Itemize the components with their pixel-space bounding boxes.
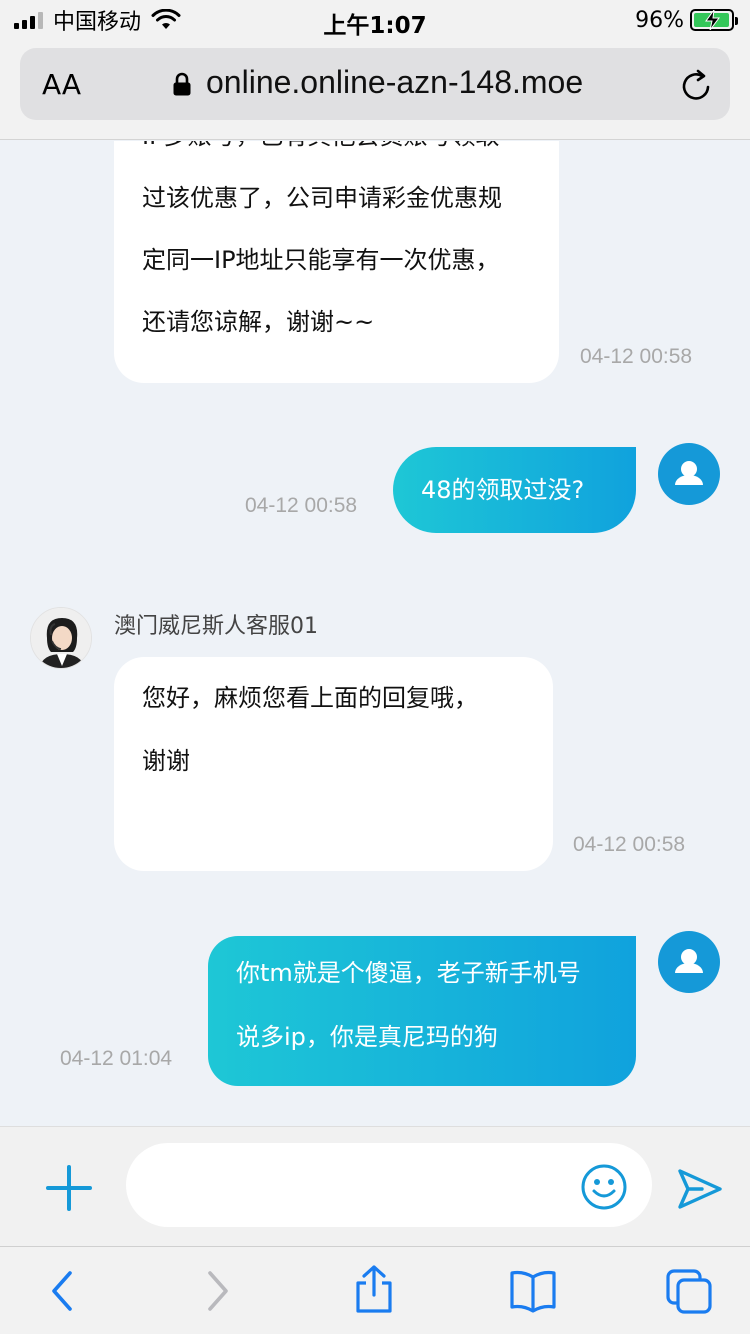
browser-toolbar xyxy=(0,1246,750,1334)
agent-message-bubble: IP多账号，已有其他会员账号领取 过该优惠了，公司申请彩金优惠规 定同一IP地址… xyxy=(114,141,559,383)
message-line: 48的领取过没? xyxy=(421,476,585,504)
agent-message-bubble: 您好，麻烦您看上面的回复哦， 谢谢 xyxy=(114,657,553,871)
share-icon[interactable] xyxy=(352,1263,396,1315)
agent-name: 澳门威尼斯人客服01 xyxy=(114,614,318,639)
user-message-bubble: 48的领取过没? xyxy=(393,447,636,533)
back-icon[interactable] xyxy=(40,1267,84,1315)
message-input-bar xyxy=(0,1126,750,1246)
agent-photo xyxy=(31,608,91,668)
battery-percent: 96% xyxy=(635,7,684,33)
message-timestamp: 04-12 00:58 xyxy=(580,345,693,368)
message-line: 你tm就是个傻逼，老子新手机号 xyxy=(236,959,581,987)
message-line: 说多ip，你是真尼玛的狗 xyxy=(236,1023,498,1051)
person-icon xyxy=(675,461,703,485)
status-right: 96% xyxy=(635,6,738,34)
lock-icon xyxy=(173,72,191,96)
text-size-label: AA xyxy=(42,68,82,101)
user-avatar-icon[interactable] xyxy=(658,443,720,505)
send-icon[interactable] xyxy=(676,1167,724,1211)
forward-icon[interactable] xyxy=(196,1267,240,1315)
message-timestamp: 04-12 00:58 xyxy=(245,494,358,517)
message-timestamp: 04-12 00:58 xyxy=(573,833,686,856)
agent-avatar[interactable] xyxy=(30,607,92,669)
status-bar: 中国移动 上午1:07 96% xyxy=(0,0,750,40)
message-line: IP多账号，已有其他会员账号领取 xyxy=(142,141,500,167)
browser-address-area: AA online.online-azn-148.moe xyxy=(0,40,750,140)
tabs-icon[interactable] xyxy=(664,1267,714,1315)
user-message-bubble: 你tm就是个傻逼，老子新手机号 说多ip，你是真尼玛的狗 xyxy=(208,936,636,1086)
plus-icon[interactable] xyxy=(44,1163,94,1213)
person-icon xyxy=(675,949,703,973)
url-text[interactable]: online.online-azn-148.moe xyxy=(206,64,583,101)
battery-cap xyxy=(735,17,738,25)
battery-icon xyxy=(690,9,738,31)
chat-area[interactable]: IP多账号，已有其他会员账号领取 过该优惠了，公司申请彩金优惠规 定同一IP地址… xyxy=(0,141,750,1126)
message-input[interactable] xyxy=(126,1143,652,1227)
user-avatar-icon[interactable] xyxy=(658,931,720,993)
bookmarks-icon[interactable] xyxy=(508,1267,558,1315)
reload-icon[interactable] xyxy=(680,68,712,102)
message-line: 谢谢 xyxy=(142,747,190,775)
emoji-icon[interactable] xyxy=(580,1163,628,1211)
charging-bolt-icon xyxy=(705,10,720,30)
message-line: 过该优惠了，公司申请彩金优惠规 xyxy=(142,184,502,212)
text-size-button[interactable]: AA xyxy=(42,68,81,101)
message-line: 定同一IP地址只能享有一次优惠， xyxy=(142,246,500,274)
message-timestamp: 04-12 01:04 xyxy=(60,1047,173,1070)
message-line: 您好，麻烦您看上面的回复哦， xyxy=(142,684,478,712)
address-bar[interactable]: AA online.online-azn-148.moe xyxy=(20,48,730,120)
message-line: 还请您谅解，谢谢~~ xyxy=(142,308,375,336)
